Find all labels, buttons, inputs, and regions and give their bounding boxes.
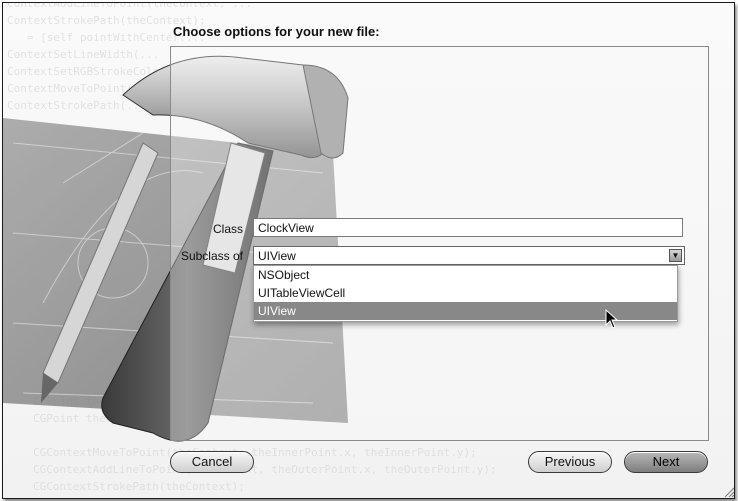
option-uitableviewcell[interactable]: UITableViewCell (254, 284, 677, 302)
subclass-combobox[interactable]: UIView ▼ (253, 246, 685, 265)
class-label: Class (212, 222, 243, 236)
class-name-input[interactable] (253, 218, 683, 237)
subclass-value: UIView (258, 249, 296, 263)
dialog-title: Choose options for your new file: (173, 24, 380, 39)
resize-grip-icon[interactable] (723, 486, 735, 498)
previous-button[interactable]: Previous (528, 451, 612, 473)
option-nsobject[interactable]: NSObject (254, 266, 677, 284)
subclass-label: Subclass of (180, 249, 243, 263)
dropdown-arrow-icon[interactable]: ▼ (669, 249, 682, 262)
cancel-button[interactable]: Cancel (170, 451, 254, 473)
next-button[interactable]: Next (624, 451, 708, 473)
mouse-pointer-icon (605, 309, 619, 329)
options-panel (170, 46, 709, 441)
